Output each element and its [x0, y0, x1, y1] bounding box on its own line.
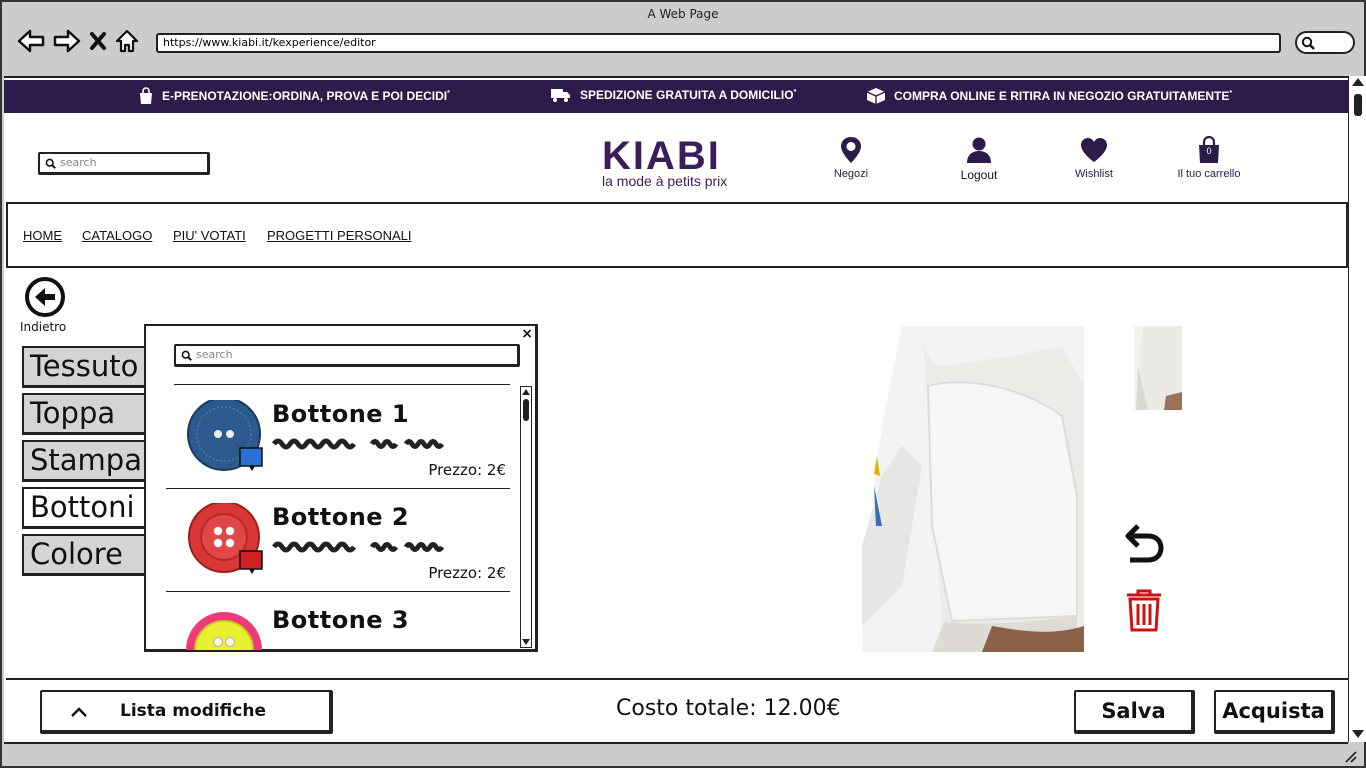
back-label: Indietro [20, 320, 67, 334]
page-viewport: E-PRENOTAZIONE:ORDINA, PROVA E POI DECID… [4, 76, 1348, 742]
promo-item: COMPRA ONLINE E RITIRA IN NEGOZIO GRATUI… [866, 87, 1232, 105]
chevron-up-icon [71, 707, 87, 717]
buy-button[interactable]: Acquista [1214, 690, 1335, 734]
scroll-up-arrow[interactable] [1352, 78, 1364, 86]
shopping-bag-icon [140, 87, 152, 104]
button-1-thumbnail [187, 400, 263, 471]
nav-catalog[interactable]: CATALOGO [82, 228, 152, 243]
map-pin-icon [841, 137, 861, 163]
item-name: Bottone 3 [272, 606, 410, 634]
kiabi-logo[interactable]: KIABI la mode à petits prix [602, 136, 762, 188]
scroll-down-arrow[interactable] [522, 639, 530, 645]
home-icon[interactable] [114, 27, 140, 55]
logo-tagline: la mode à petits prix [602, 173, 728, 189]
buttons-picker-popup: × search Bottone 1 Prezzo: 2€ Bottone 2 … [144, 324, 538, 652]
browser-search[interactable] [1295, 31, 1355, 54]
changes-list-label: Lista modifiche [120, 701, 266, 721]
tshirt-thumbnail[interactable] [1134, 326, 1182, 410]
promo-mark: * [447, 90, 450, 97]
promo-item: E-PRENOTAZIONE:ORDINA, PROVA E POI DECID… [138, 87, 450, 105]
logout-link[interactable]: Logout [950, 136, 1008, 182]
cart-link[interactable]: 0 Il tuo carrello [1168, 136, 1250, 180]
tab-color[interactable]: Colore [22, 534, 148, 576]
tshirt-preview [862, 326, 1084, 652]
horizontal-scrollbar[interactable] [4, 742, 1348, 766]
promo-text: SPEDIZIONE GRATUITA A DOMICILIO [580, 88, 794, 102]
page-scrollbar[interactable] [1348, 76, 1366, 742]
main-nav: HOME CATALOGO PIU' VOTATI PROGETTI PERSO… [6, 202, 1348, 268]
window-title: A Web Page [647, 7, 719, 21]
item-name: Bottone 1 [272, 400, 410, 428]
promo-text: COMPRA ONLINE E RITIRA IN NEGOZIO GRATUI… [894, 89, 1230, 103]
logo-word: KIABI [602, 134, 721, 178]
button-3-thumbnail [186, 612, 262, 650]
trash-icon[interactable] [1124, 588, 1164, 632]
tab-fabric[interactable]: Tessuto [22, 346, 148, 388]
heart-icon [1081, 138, 1107, 162]
tab-buttons[interactable]: Bottoni [22, 487, 148, 529]
forward-arrow-icon[interactable] [52, 27, 82, 55]
scroll-down-arrow[interactable] [1352, 730, 1364, 738]
cart-label: Il tuo carrello [1177, 168, 1241, 180]
button-2-thumbnail [188, 503, 263, 574]
site-search-input[interactable]: search [38, 152, 210, 175]
scroll-up-arrow[interactable] [522, 389, 530, 395]
nav-most-voted[interactable]: PIU' VOTATI [173, 228, 246, 243]
user-icon [967, 137, 991, 163]
buttons-list: Bottone 1 Prezzo: 2€ Bottone 2 Prezzo: 2… [166, 386, 510, 650]
item-description-scribble [272, 541, 445, 553]
wishlist-link[interactable]: Wishlist [1064, 136, 1124, 180]
item-price: Prezzo: 2€ [428, 461, 506, 479]
total-cost: Costo totale: 12.00€ [616, 696, 841, 721]
list-item[interactable]: Bottone 3 [166, 592, 510, 650]
back-button[interactable]: Indietro [20, 276, 66, 334]
item-name: Bottone 2 [272, 503, 410, 531]
list-item[interactable]: Bottone 2 Prezzo: 2€ [166, 489, 510, 592]
undo-icon[interactable] [1124, 522, 1166, 564]
scroll-thumb[interactable] [523, 399, 529, 421]
promo-mark: * [1229, 90, 1233, 97]
search-placeholder: search [196, 348, 233, 361]
popup-search-input[interactable]: search [174, 344, 520, 367]
changes-list-button[interactable]: Lista modifiche [40, 690, 333, 734]
cart-count: 0 [1206, 146, 1212, 156]
promo-mark: * [793, 89, 797, 96]
search-icon [181, 350, 192, 361]
tab-print[interactable]: Stampa [22, 440, 148, 482]
close-icon[interactable]: × [521, 326, 533, 342]
promo-text: E-PRENOTAZIONE:ORDINA, PROVA E POI DECID… [162, 89, 448, 103]
tab-patch[interactable]: Toppa [22, 393, 148, 435]
stop-icon[interactable] [88, 29, 108, 53]
stores-link[interactable]: Negozi [822, 136, 880, 180]
browser-window: A Web Page https://www.kiabi.it/kexperie… [0, 0, 1366, 768]
truck-icon [551, 89, 570, 102]
search-placeholder: search [60, 156, 97, 169]
wishlist-label: Wishlist [1075, 168, 1113, 180]
package-icon [866, 88, 886, 104]
promo-strip: E-PRENOTAZIONE:ORDINA, PROVA E POI DECID… [4, 80, 1348, 113]
resize-grip-icon[interactable] [1344, 750, 1358, 764]
logout-label: Logout [960, 168, 998, 182]
stores-label: Negozi [833, 168, 869, 180]
save-button[interactable]: Salva [1074, 690, 1195, 734]
browser-nav [16, 24, 140, 58]
footer-bar: Lista modifiche Costo totale: 12.00€ Sal… [6, 678, 1348, 742]
popup-scrollbar[interactable] [520, 386, 532, 648]
search-icon [45, 158, 56, 169]
promo-item: SPEDIZIONE GRATUITA A DOMICILIO* [550, 87, 796, 103]
list-item[interactable]: Bottone 1 Prezzo: 2€ [166, 386, 510, 489]
back-circle-icon [25, 277, 65, 317]
search-icon [1301, 36, 1315, 50]
nav-home[interactable]: HOME [23, 228, 62, 243]
scroll-thumb[interactable] [1354, 94, 1362, 116]
item-price: Prezzo: 2€ [428, 564, 506, 582]
divider [174, 384, 510, 385]
nav-personal-projects[interactable]: PROGETTI PERSONALI [267, 228, 411, 243]
back-arrow-icon[interactable] [16, 27, 46, 55]
item-description-scribble [272, 438, 445, 450]
address-bar[interactable]: https://www.kiabi.it/kexperience/editor [156, 33, 1281, 53]
